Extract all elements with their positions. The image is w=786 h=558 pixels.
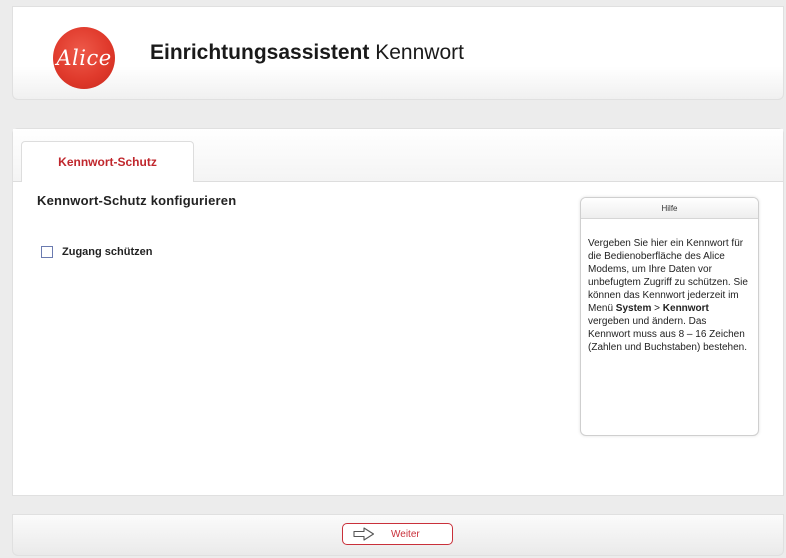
section-title: Kennwort-Schutz konfigurieren [37, 193, 237, 208]
tab-kennwort-schutz[interactable]: Kennwort-Schutz [21, 141, 194, 182]
help-title: Hilfe [581, 198, 758, 219]
help-text-after: vergeben und ändern. Das Kennwort muss a… [588, 316, 747, 353]
weiter-button[interactable]: Weiter [342, 523, 453, 545]
main-panel: Kennwort-Schutz Kennwort-Schutz konfigur… [12, 128, 784, 496]
help-menu-separator: > [654, 303, 660, 314]
footer-bar: Weiter [12, 514, 784, 556]
page-title-sub: Kennwort [375, 41, 464, 64]
help-text: Vergeben Sie hier ein Kennwort für die B… [581, 219, 758, 354]
help-menu-system: System [615, 303, 652, 314]
help-box: Hilfe Vergeben Sie hier ein Kennwort für… [580, 197, 759, 436]
logo-text: Alice [56, 46, 112, 70]
weiter-button-label[interactable]: Weiter [391, 529, 420, 540]
zugang-schuetzen-label[interactable]: Zugang schützen [62, 246, 152, 258]
page-title: Einrichtungsassistent Kennwort [150, 41, 464, 65]
header-bar: Alice Einrichtungsassistent Kennwort [12, 6, 784, 100]
page-title-main: Einrichtungsassistent [150, 41, 370, 64]
arrow-right-icon [353, 527, 375, 541]
tab-bar: Kennwort-Schutz [13, 129, 783, 182]
zugang-schuetzen-row[interactable]: Zugang schützen [41, 246, 152, 258]
help-menu-kennwort: Kennwort [662, 303, 709, 314]
zugang-schuetzen-checkbox[interactable] [41, 246, 53, 258]
alice-logo: Alice [53, 27, 115, 89]
